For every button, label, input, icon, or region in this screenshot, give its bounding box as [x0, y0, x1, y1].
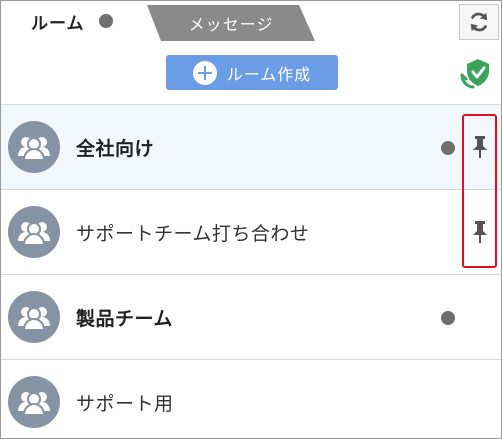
create-room-label: ルーム作成 [226, 64, 312, 84]
group-avatar-icon [8, 206, 60, 258]
room-name: サポートチーム打ち合わせ [76, 223, 310, 245]
unread-dot [98, 14, 113, 28]
plus-icon [192, 60, 217, 85]
room-list: 全社向け サポートチーム打ち合わせ 製品チーム サポート用 [1, 104, 501, 438]
unread-dot [441, 141, 455, 155]
group-avatar-icon [8, 376, 60, 428]
room-panel: ルーム メッセージ ルーム作成 全社向け サポートチーム打ち合わせ 製品チーム … [0, 0, 502, 439]
room-name: 全社向け [76, 138, 155, 160]
pin-icon[interactable] [471, 220, 489, 244]
room-row[interactable]: 全社向け [1, 104, 501, 189]
room-row[interactable]: サポート用 [1, 359, 501, 438]
security-check-icon[interactable] [459, 57, 493, 89]
group-avatar-icon [8, 121, 60, 173]
refresh-icon [470, 12, 488, 32]
tab-messages-label: メッセージ [188, 15, 274, 34]
room-row[interactable]: サポートチーム打ち合わせ [1, 189, 501, 274]
refresh-button[interactable] [459, 4, 499, 40]
tab-rooms-label: ルーム [31, 13, 85, 34]
pin-icon[interactable] [471, 135, 489, 159]
group-avatar-icon [8, 291, 60, 343]
unread-dot [441, 311, 455, 325]
room-name: サポート用 [76, 393, 174, 415]
tab-rooms[interactable]: ルーム [1, 1, 151, 41]
tab-bar: ルーム メッセージ [1, 1, 501, 41]
room-row[interactable]: 製品チーム [1, 274, 501, 359]
room-name: 製品チーム [76, 308, 173, 330]
tab-messages[interactable]: メッセージ [147, 5, 315, 41]
create-room-button[interactable]: ルーム作成 [166, 55, 338, 90]
